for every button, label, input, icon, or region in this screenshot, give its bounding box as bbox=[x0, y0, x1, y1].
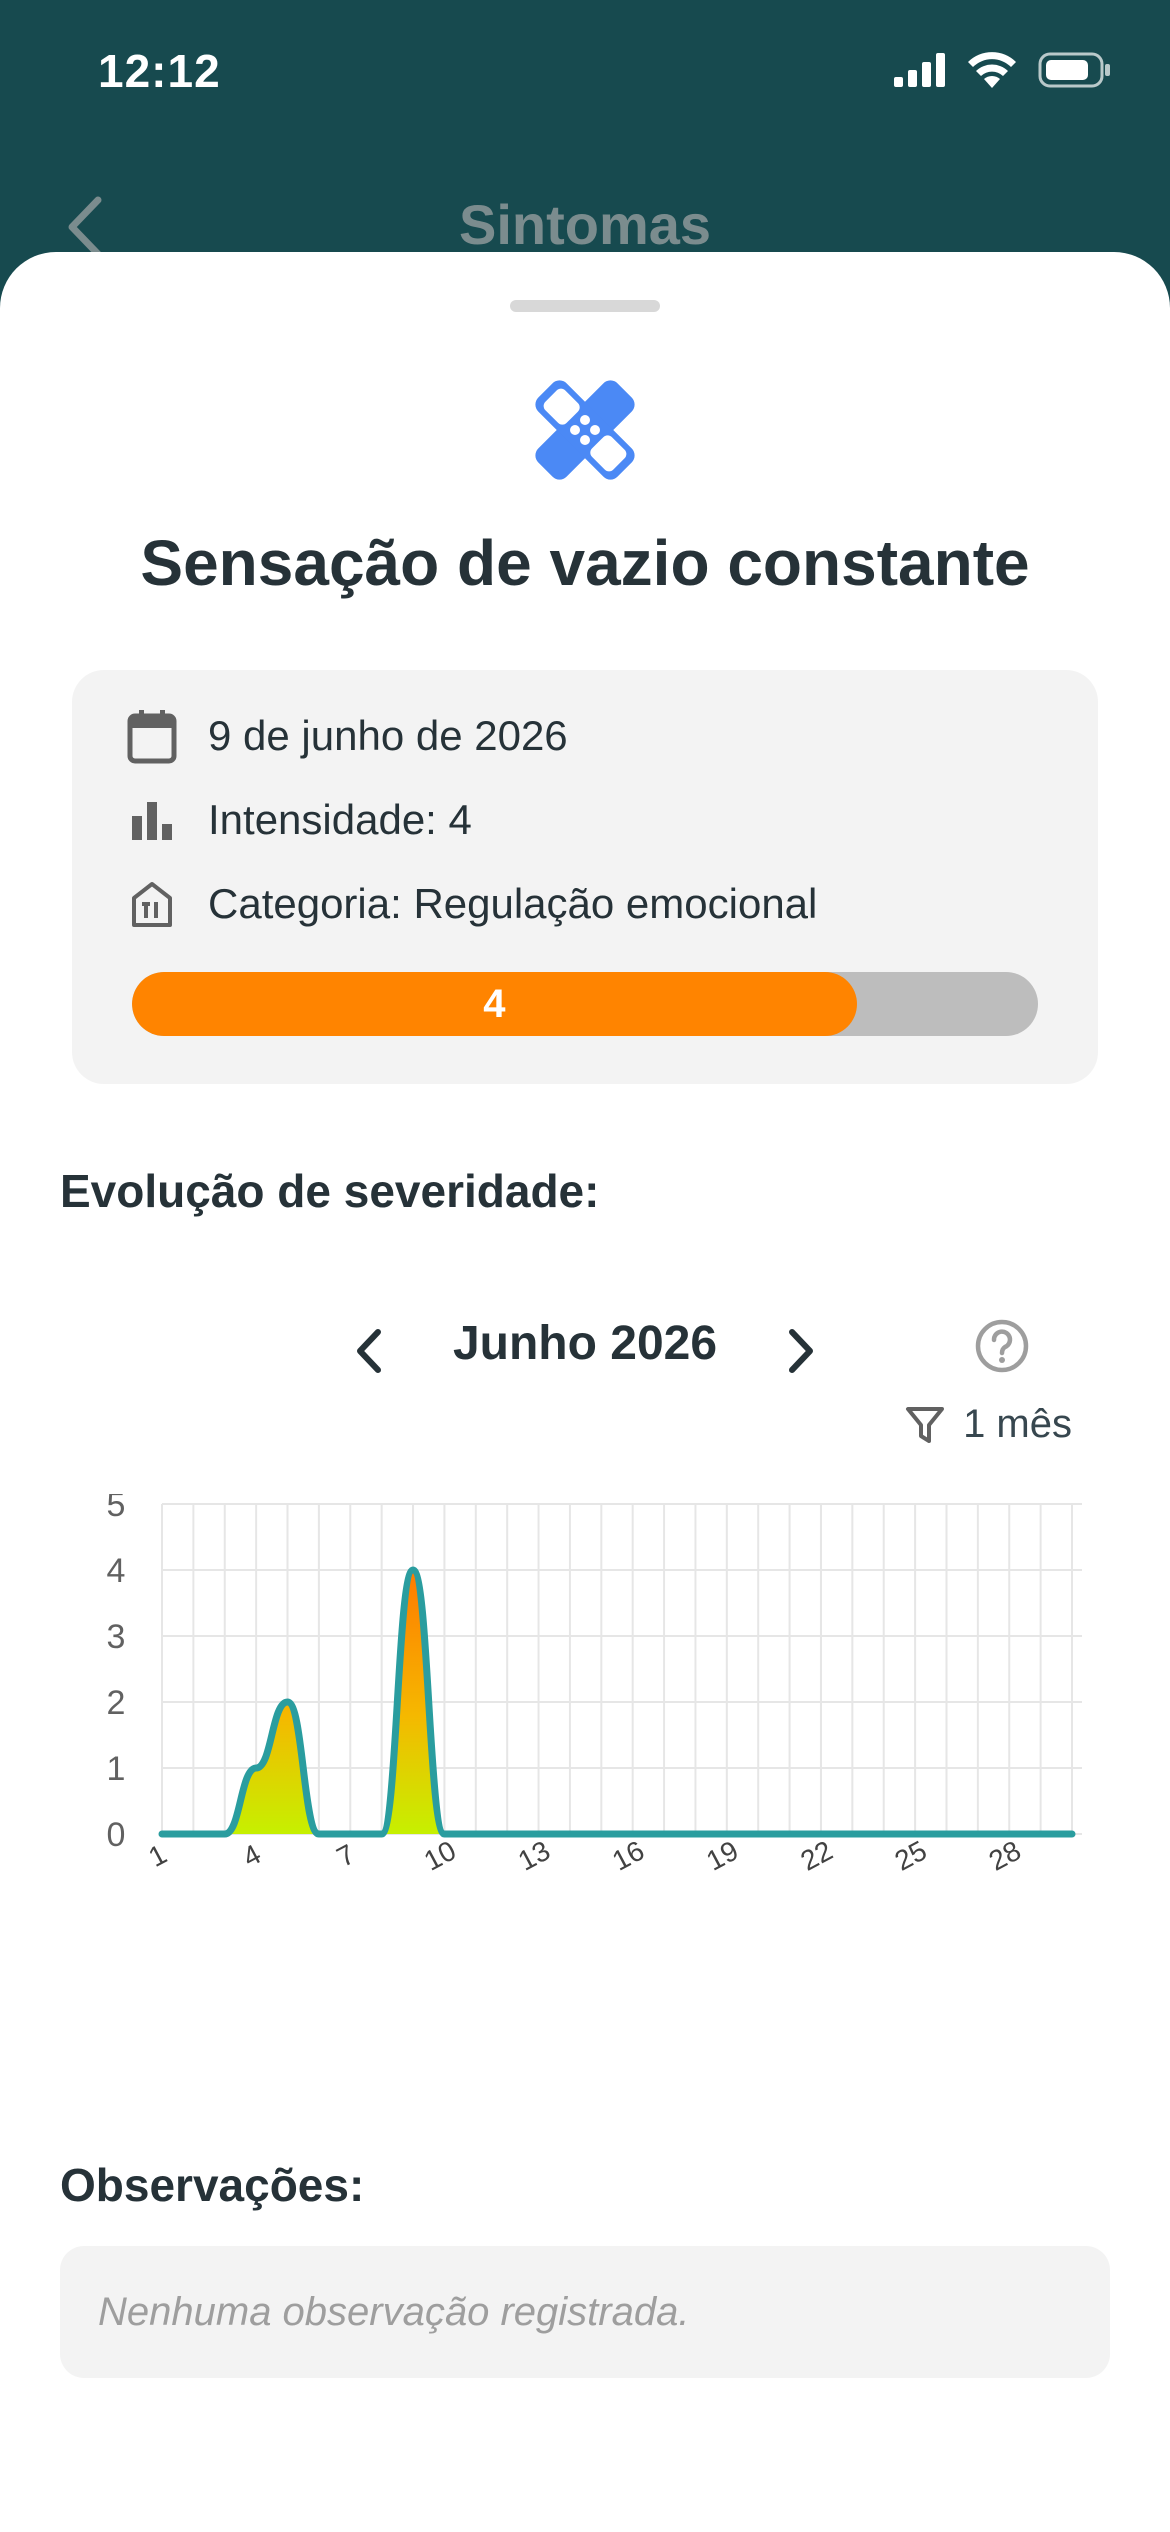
date-row: 9 de junho de 2026 bbox=[124, 706, 568, 766]
filter-label: 1 mês bbox=[963, 1402, 1072, 1446]
x-tick-label: 22 bbox=[795, 1835, 837, 1877]
y-tick-label: 5 bbox=[107, 1494, 126, 1524]
y-tick-label: 1 bbox=[107, 1750, 126, 1788]
x-tick-label: 13 bbox=[513, 1835, 555, 1877]
x-tick-label: 16 bbox=[607, 1835, 649, 1877]
x-tick-label: 25 bbox=[890, 1835, 932, 1877]
calendar-icon bbox=[124, 708, 180, 764]
status-time: 12:12 bbox=[98, 45, 221, 97]
help-icon[interactable] bbox=[972, 1316, 1032, 1376]
category-row: Categoria: Regulação emocional bbox=[124, 874, 817, 934]
x-tick-label: 1 bbox=[143, 1838, 171, 1873]
x-tick-label: 7 bbox=[332, 1838, 360, 1873]
x-tick-label: 4 bbox=[238, 1838, 266, 1873]
symptom-info-card: 9 de junho de 2026 Intensidade: 4 Catego… bbox=[72, 670, 1098, 1084]
sheet-grabber[interactable] bbox=[510, 300, 660, 312]
battery-icon bbox=[1038, 52, 1110, 88]
status-icons bbox=[894, 52, 1112, 88]
y-tick-label: 2 bbox=[107, 1684, 126, 1722]
intensity-bar-label: 4 bbox=[483, 982, 506, 1026]
status-bar: 12:12 bbox=[0, 0, 1170, 150]
x-tick-label: 19 bbox=[701, 1835, 743, 1877]
observations-title: Observações: bbox=[60, 2159, 365, 2211]
symptom-title: Sensação de vazio constante bbox=[140, 527, 1030, 599]
observations-box: Nenhuma observação registrada. bbox=[60, 2246, 1110, 2378]
month-label: Junho 2026 bbox=[452, 1317, 718, 1370]
symptom-date: 9 de junho de 2026 bbox=[208, 712, 568, 759]
bar-chart-icon bbox=[124, 792, 180, 848]
severity-chart: 012345 1 4 7 10 13 16 19 22 25 28 bbox=[107, 1494, 1082, 1877]
category-text: Categoria: Regulação emocional bbox=[208, 880, 818, 927]
period-filter[interactable]: 1 mês bbox=[905, 1402, 1072, 1447]
prev-month-button[interactable] bbox=[340, 1316, 400, 1386]
signal-icon bbox=[894, 53, 945, 87]
intensity-text: Intensidade: 4 bbox=[208, 796, 472, 843]
bandage-icon bbox=[535, 380, 635, 480]
symptom-detail-sheet: Sensação de vazio constante 9 de junho d… bbox=[0, 252, 1170, 2532]
filter-icon bbox=[906, 1406, 945, 1443]
observations-text: Nenhuma observação registrada. bbox=[98, 2290, 690, 2334]
y-tick-label: 3 bbox=[107, 1618, 126, 1656]
nav-title: Sintomas bbox=[458, 193, 712, 256]
x-tick-label: 28 bbox=[984, 1835, 1026, 1877]
x-tick-label: 10 bbox=[419, 1835, 461, 1877]
y-tick-label: 0 bbox=[107, 1816, 126, 1854]
y-tick-label: 4 bbox=[107, 1552, 126, 1590]
intensity-bar: 4 bbox=[132, 972, 1038, 1036]
intensity-row: Intensidade: 4 bbox=[124, 790, 472, 850]
month-navigator: Junho 2026 bbox=[0, 1304, 1170, 1394]
next-month-button[interactable] bbox=[770, 1316, 830, 1386]
wifi-icon bbox=[968, 52, 1016, 88]
category-building-icon bbox=[124, 876, 180, 932]
severity-section-title: Evolução de severidade: bbox=[60, 1165, 600, 1217]
